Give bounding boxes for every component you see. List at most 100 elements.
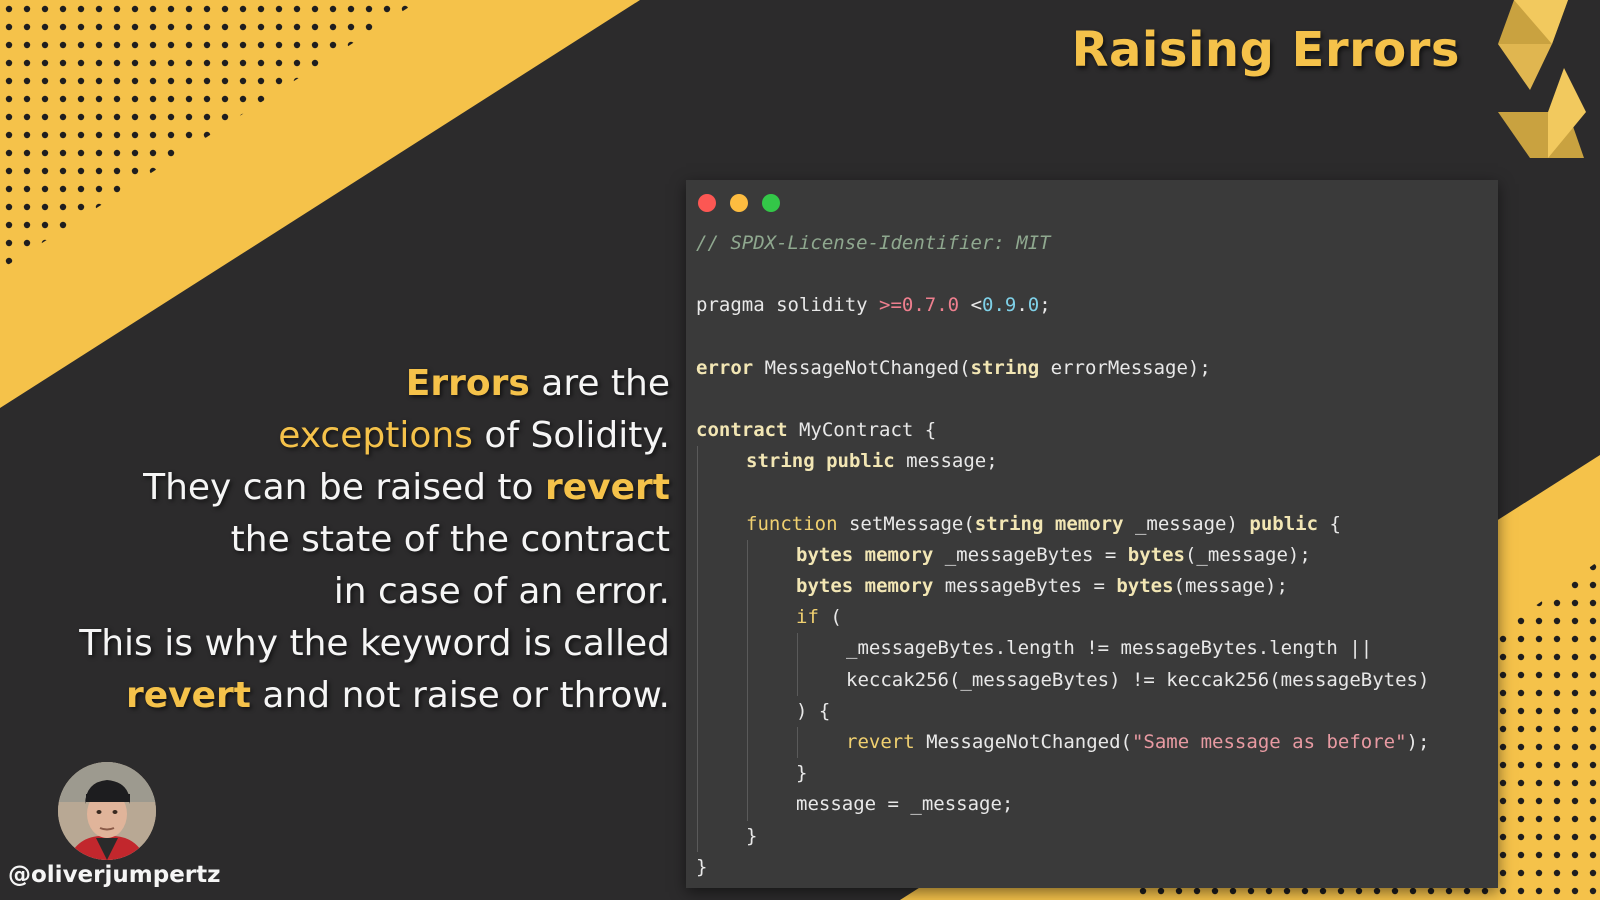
indent-guide	[747, 758, 748, 790]
indent-guide	[797, 633, 798, 665]
code-token: memory	[864, 575, 934, 598]
code-line: error MessageNotChanged(string errorMess…	[696, 353, 1429, 384]
code-token: {	[1318, 512, 1341, 535]
solidity-logo-icon	[1498, 0, 1586, 158]
window-controls	[698, 194, 780, 212]
maximize-icon[interactable]	[762, 194, 780, 212]
code-line: // SPDX-License-Identifier: MIT	[696, 228, 1429, 259]
code-token: bytes	[796, 543, 854, 566]
description-segment: are the	[529, 363, 670, 404]
code-token: _messageBytes =	[933, 543, 1128, 566]
code-token: (	[818, 606, 842, 629]
indent-guide	[797, 727, 798, 759]
code-token: (message);	[1173, 575, 1288, 598]
code-line: keccak256(_messageBytes) != keccak256(me…	[696, 664, 1430, 696]
code-line: string public message;	[696, 446, 1429, 478]
indent-guide	[747, 664, 748, 696]
code-token: setMessage(	[837, 512, 975, 535]
code-token: keccak256(_messageBytes) != keccak256(me…	[846, 668, 1430, 691]
minimize-icon[interactable]	[730, 194, 748, 212]
code-line	[696, 477, 1429, 509]
code-token: _messageBytes.length != messageBytes.len…	[846, 637, 1373, 660]
code-token: "Same message as before"	[1131, 731, 1407, 753]
description-segment: in case of an error.	[333, 571, 670, 612]
description-segment: They can be raised to	[143, 467, 545, 508]
code-token: string	[746, 450, 815, 473]
code-token: message = _message;	[796, 793, 1014, 816]
code-token: bytes	[796, 575, 854, 598]
indent-guide	[697, 695, 698, 727]
description-segment: and not raise or throw.	[250, 675, 670, 716]
highlighted-term: revert	[125, 675, 251, 716]
code-token: 0.7.0	[901, 294, 960, 317]
indent-guide	[747, 789, 748, 821]
code-token: string	[970, 356, 1040, 379]
code-token: }	[796, 762, 808, 785]
code-line: pragma solidity >=0.7.0 <0.9.0;	[696, 290, 1429, 321]
indent-guide	[697, 446, 698, 478]
code-block: // SPDX-License-Identifier: MIT pragma s…	[696, 228, 1429, 883]
page-title: Raising Errors	[1071, 22, 1460, 78]
indent-guide	[697, 571, 698, 603]
code-token: if	[796, 606, 819, 629]
code-token: );	[1406, 731, 1430, 753]
code-token: bytes	[1127, 543, 1185, 566]
description-segment: the state of the contract	[230, 519, 670, 560]
code-token: <	[959, 294, 983, 317]
code-token: errorMessage);	[1039, 356, 1211, 379]
indent-guide	[797, 664, 798, 696]
description-text: Errors are the exceptions of Solidity. The…	[79, 358, 670, 722]
indent-guide	[747, 633, 748, 665]
indent-guide	[697, 664, 698, 696]
code-line: function setMessage(string memory _messa…	[696, 508, 1429, 540]
code-line: bytes memory _messageBytes = bytes(_mess…	[696, 539, 1429, 572]
indent-guide	[697, 789, 698, 821]
code-token: bytes	[1116, 575, 1174, 598]
highlighted-term: revert	[544, 467, 670, 508]
code-token: }	[696, 855, 708, 878]
code-window: // SPDX-License-Identifier: MIT pragma s…	[686, 180, 1498, 888]
code-line: message = _message;	[696, 789, 1429, 821]
code-line: }	[696, 758, 1429, 790]
highlighted-term: exceptions	[278, 415, 473, 456]
code-token: error	[696, 356, 754, 379]
indent-guide	[697, 508, 698, 540]
code-line: }	[696, 820, 1429, 852]
code-token: public	[826, 450, 895, 473]
code-token: message;	[894, 450, 998, 473]
description-segment: of Solidity.	[472, 415, 670, 456]
code-token: memory	[1054, 512, 1124, 535]
code-token: 0.9	[982, 294, 1017, 317]
code-token: contract	[696, 419, 788, 442]
code-line: bytes memory messageBytes = bytes(messag…	[696, 571, 1429, 603]
code-line: revert MessageNotChanged("Same message a…	[696, 727, 1430, 759]
indent-guide	[697, 727, 698, 759]
description-line: the state of the contract	[79, 514, 670, 566]
code-token: MyContract {	[787, 419, 937, 442]
indent-guide	[697, 820, 698, 852]
indent-guide	[697, 758, 698, 790]
indent-guide	[747, 539, 748, 572]
description-line: revert and not raise or throw.	[79, 670, 670, 722]
close-icon[interactable]	[698, 194, 716, 212]
code-token: pragma solidity	[696, 294, 880, 317]
code-token: MessageNotChanged(	[914, 731, 1132, 753]
description-line: This is why the keyword is called	[79, 618, 670, 670]
code-token: function	[746, 512, 838, 535]
code-token: 0	[1027, 294, 1040, 317]
avatar-photo-icon	[58, 762, 156, 860]
code-token: string	[974, 512, 1044, 535]
code-token: >=	[879, 294, 902, 317]
code-line: }	[696, 852, 1429, 883]
code-token: messageBytes =	[933, 575, 1117, 598]
indent-guide	[747, 602, 748, 634]
code-line: if (	[696, 602, 1429, 634]
author-handle: @oliverjumpertz	[8, 862, 221, 888]
code-token: MessageNotChanged(	[753, 356, 971, 379]
highlighted-term: Errors	[405, 363, 530, 404]
